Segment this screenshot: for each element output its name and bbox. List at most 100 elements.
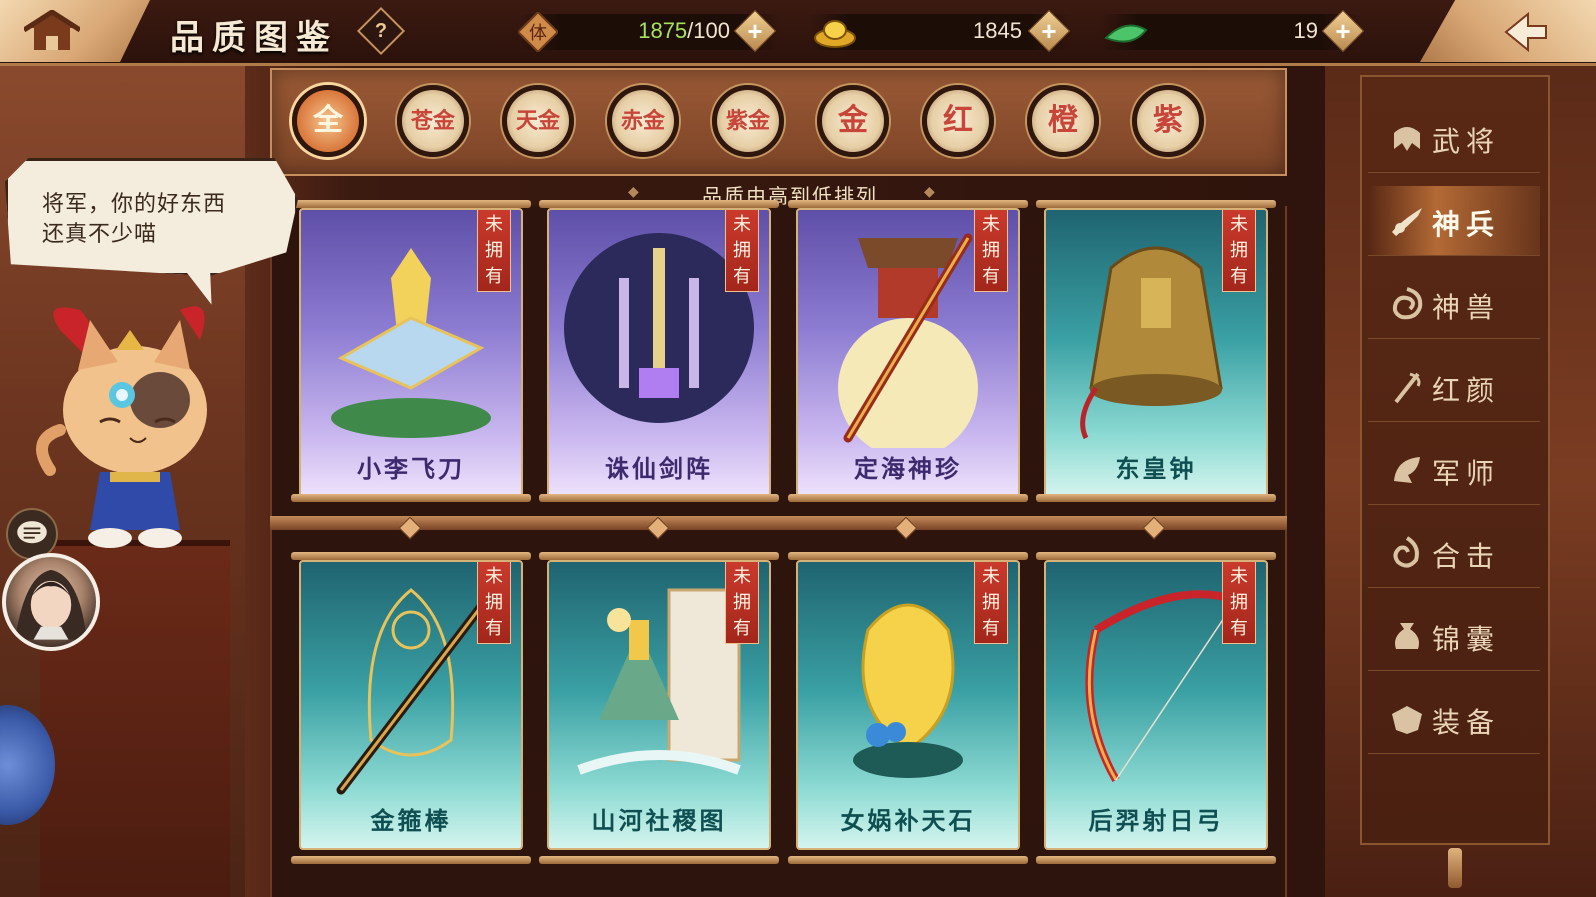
scroll-rod — [1036, 856, 1276, 864]
not-owned-tag: 未拥有 — [1222, 562, 1256, 644]
weapon-name: 东皇钟 — [1115, 454, 1197, 483]
scroll-rod — [788, 856, 1028, 864]
svg-text:体: 体 — [529, 23, 547, 44]
chat-icon — [17, 521, 47, 544]
scroll-rod — [539, 856, 779, 864]
side-menu-label: 神兵 — [1432, 208, 1501, 241]
filter-label: 橙 — [1048, 103, 1078, 138]
filter-all[interactable]: 全 — [292, 85, 364, 157]
side-menu-item[interactable]: 合击 — [1368, 518, 1540, 588]
side-menu-item[interactable]: 武将 — [1368, 103, 1540, 173]
general-icon — [1394, 127, 1420, 151]
side-menu-label: 红颜 — [1432, 374, 1501, 407]
gold-ingot-icon — [814, 20, 856, 48]
side-menu-item[interactable]: 红颜 — [1368, 352, 1540, 422]
divine-weapon-icon — [1392, 208, 1422, 236]
home-icon[interactable] — [24, 10, 80, 54]
side-menu-label: 武将 — [1432, 125, 1501, 158]
sort-left-ornament: ◆ — [628, 184, 639, 200]
sort-right-ornament: ◆ — [924, 184, 935, 200]
filter-quality-6[interactable]: 红 — [922, 85, 994, 157]
side-menu-label: 神兽 — [1432, 291, 1501, 324]
page-title: 品质图鉴 — [170, 18, 338, 58]
strategist-icon — [1394, 457, 1420, 483]
scroll-rod — [1036, 494, 1276, 502]
side-menu-item[interactable]: 锦囊 — [1368, 601, 1540, 671]
filter-quality-8[interactable]: 紫 — [1132, 85, 1204, 157]
scroll-knob — [1448, 848, 1462, 888]
weapon-card[interactable]: 未拥有东皇钟 — [1044, 208, 1268, 498]
divine-beast-icon — [1392, 287, 1423, 320]
stamina-icon: 体 — [518, 12, 558, 52]
not-owned-tag: 未拥有 — [725, 210, 759, 292]
scroll-rod — [291, 494, 531, 502]
filter-quality-3[interactable]: 赤金 — [607, 85, 679, 157]
filter-label: 苍金 — [410, 108, 455, 134]
gold-value: 1845 — [973, 18, 1022, 43]
scroll-rod — [539, 200, 779, 208]
filter-quality-4[interactable]: 紫金 — [712, 85, 784, 157]
weapon-name: 定海神珍 — [854, 454, 962, 483]
weapon-card[interactable]: 未拥有女娲补天石 — [796, 560, 1020, 850]
scroll-rod — [291, 552, 531, 560]
scroll-rod — [788, 200, 1028, 208]
filter-label: 赤金 — [620, 108, 665, 134]
not-owned-tag: 未拥有 — [974, 210, 1008, 292]
not-owned-tag: 未拥有 — [477, 562, 511, 644]
beauty-icon — [1394, 372, 1421, 404]
weapon-name: 小李飞刀 — [357, 454, 465, 483]
filter-quality-2[interactable]: 天金 — [502, 85, 574, 157]
scroll-rod — [1036, 200, 1276, 208]
weapon-card[interactable]: 未拥有后羿射日弓 — [1044, 560, 1268, 850]
weapon-card[interactable]: 未拥有山河社稷图 — [547, 560, 771, 850]
player-avatar[interactable] — [2, 553, 100, 651]
scroll-rod — [539, 494, 779, 502]
scroll-rod — [788, 552, 1028, 560]
help-label: ? — [374, 20, 388, 42]
not-owned-tag: 未拥有 — [1222, 210, 1256, 292]
shelf-divider — [270, 516, 1287, 530]
filter-label: 全 — [313, 103, 343, 138]
scroll-rod — [539, 552, 779, 560]
weapon-card[interactable]: 未拥有金箍棒 — [299, 560, 523, 850]
side-menu-item[interactable]: 军师 — [1368, 435, 1540, 505]
weapon-name: 山河社稷图 — [591, 806, 727, 835]
side-menu-label: 锦囊 — [1432, 623, 1501, 656]
scroll-rod — [291, 856, 531, 864]
avatar-portrait — [15, 569, 87, 640]
side-menu-label: 装备 — [1432, 706, 1501, 739]
back-arrow-icon[interactable] — [1500, 10, 1550, 54]
scroll-rod — [1036, 552, 1276, 560]
speech-line-1: 将军，你的好东西 — [42, 192, 227, 217]
side-menu-item[interactable]: 神兵 — [1368, 186, 1540, 256]
speech-line-2: 还真不少喵 — [42, 222, 158, 247]
speech-text: 将军，你的好东西 还真不少喵 — [42, 190, 282, 250]
side-menu-label: 合击 — [1432, 540, 1501, 573]
jade-value: 19 — [1293, 18, 1318, 43]
scroll-rod — [788, 494, 1028, 502]
filter-quality-5[interactable]: 金 — [817, 85, 889, 157]
filter-label: 金 — [838, 103, 868, 138]
filter-quality-1[interactable]: 苍金 — [397, 85, 469, 157]
tactics-bag-icon — [1395, 623, 1419, 649]
stamina-max: /100 — [687, 18, 730, 43]
filter-label: 紫金 — [725, 108, 770, 134]
weapon-name: 后羿射日弓 — [1088, 806, 1224, 835]
side-menu-item[interactable]: 装备 — [1368, 684, 1540, 754]
scroll-rod — [291, 200, 531, 208]
filter-label: 红 — [943, 103, 973, 138]
weapon-card[interactable]: 未拥有小李飞刀 — [299, 208, 523, 498]
weapon-name: 诛仙剑阵 — [605, 454, 713, 483]
filter-label: 天金 — [515, 108, 560, 134]
side-menu-item[interactable]: 神兽 — [1368, 269, 1540, 339]
combo-attack-icon — [1393, 536, 1419, 568]
filter-label: 紫 — [1153, 103, 1183, 138]
weapon-card[interactable]: 未拥有定海神珍 — [796, 208, 1020, 498]
cat-mascot — [36, 306, 207, 548]
side-menu-label: 军师 — [1432, 457, 1501, 490]
filter-quality-7[interactable]: 橙 — [1027, 85, 1099, 157]
weapon-card[interactable]: 未拥有诛仙剑阵 — [547, 208, 771, 498]
weapon-name: 金箍棒 — [370, 806, 452, 835]
stamina-current: 1875 — [638, 18, 688, 43]
not-owned-tag: 未拥有 — [974, 562, 1008, 644]
